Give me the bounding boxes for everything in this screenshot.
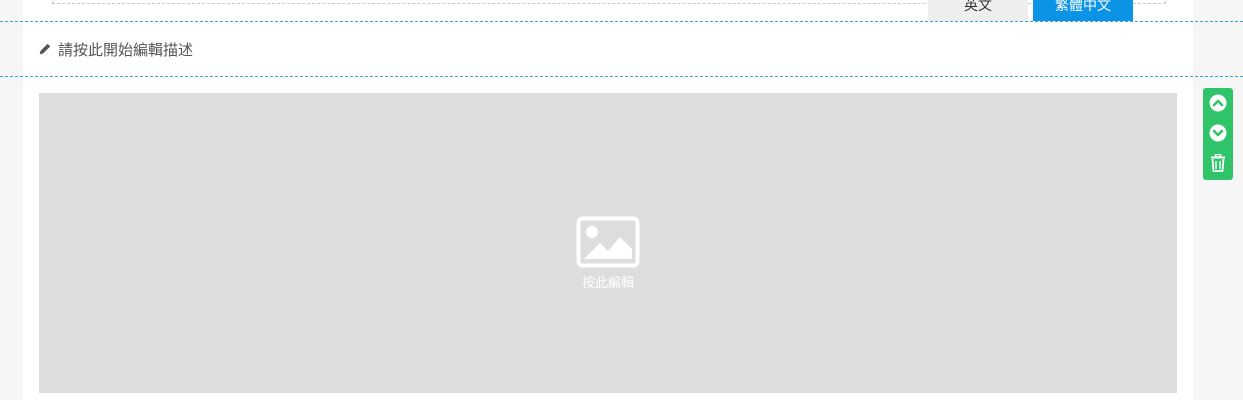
delete-block-button[interactable] <box>1203 148 1233 178</box>
block-toolbar <box>1203 88 1233 180</box>
move-up-button[interactable] <box>1203 88 1233 118</box>
section-guide-line-bottom <box>0 76 1243 77</box>
image-icon <box>576 216 640 268</box>
tab-traditional-chinese[interactable]: 繁體中文 <box>1033 0 1133 21</box>
trash-icon <box>1211 154 1225 172</box>
section-guide-line-top <box>0 21 1243 22</box>
move-down-button[interactable] <box>1203 118 1233 148</box>
language-tabs: 英文 繁體中文 <box>928 0 1133 21</box>
image-edit-label: 按此編輯 <box>581 276 634 291</box>
image-placeholder[interactable]: 按此編輯 <box>39 93 1177 393</box>
image-edit-prompt: 按此編輯 <box>39 216 1177 291</box>
tab-english[interactable]: 英文 <box>928 0 1028 21</box>
description-placeholder: 請按此開始編輯描述 <box>58 40 194 59</box>
pencil-icon <box>39 43 51 55</box>
chevron-up-circle-icon <box>1209 94 1227 112</box>
chevron-down-circle-icon <box>1209 124 1227 142</box>
description-editor[interactable]: 請按此開始編輯描述 <box>38 36 193 62</box>
